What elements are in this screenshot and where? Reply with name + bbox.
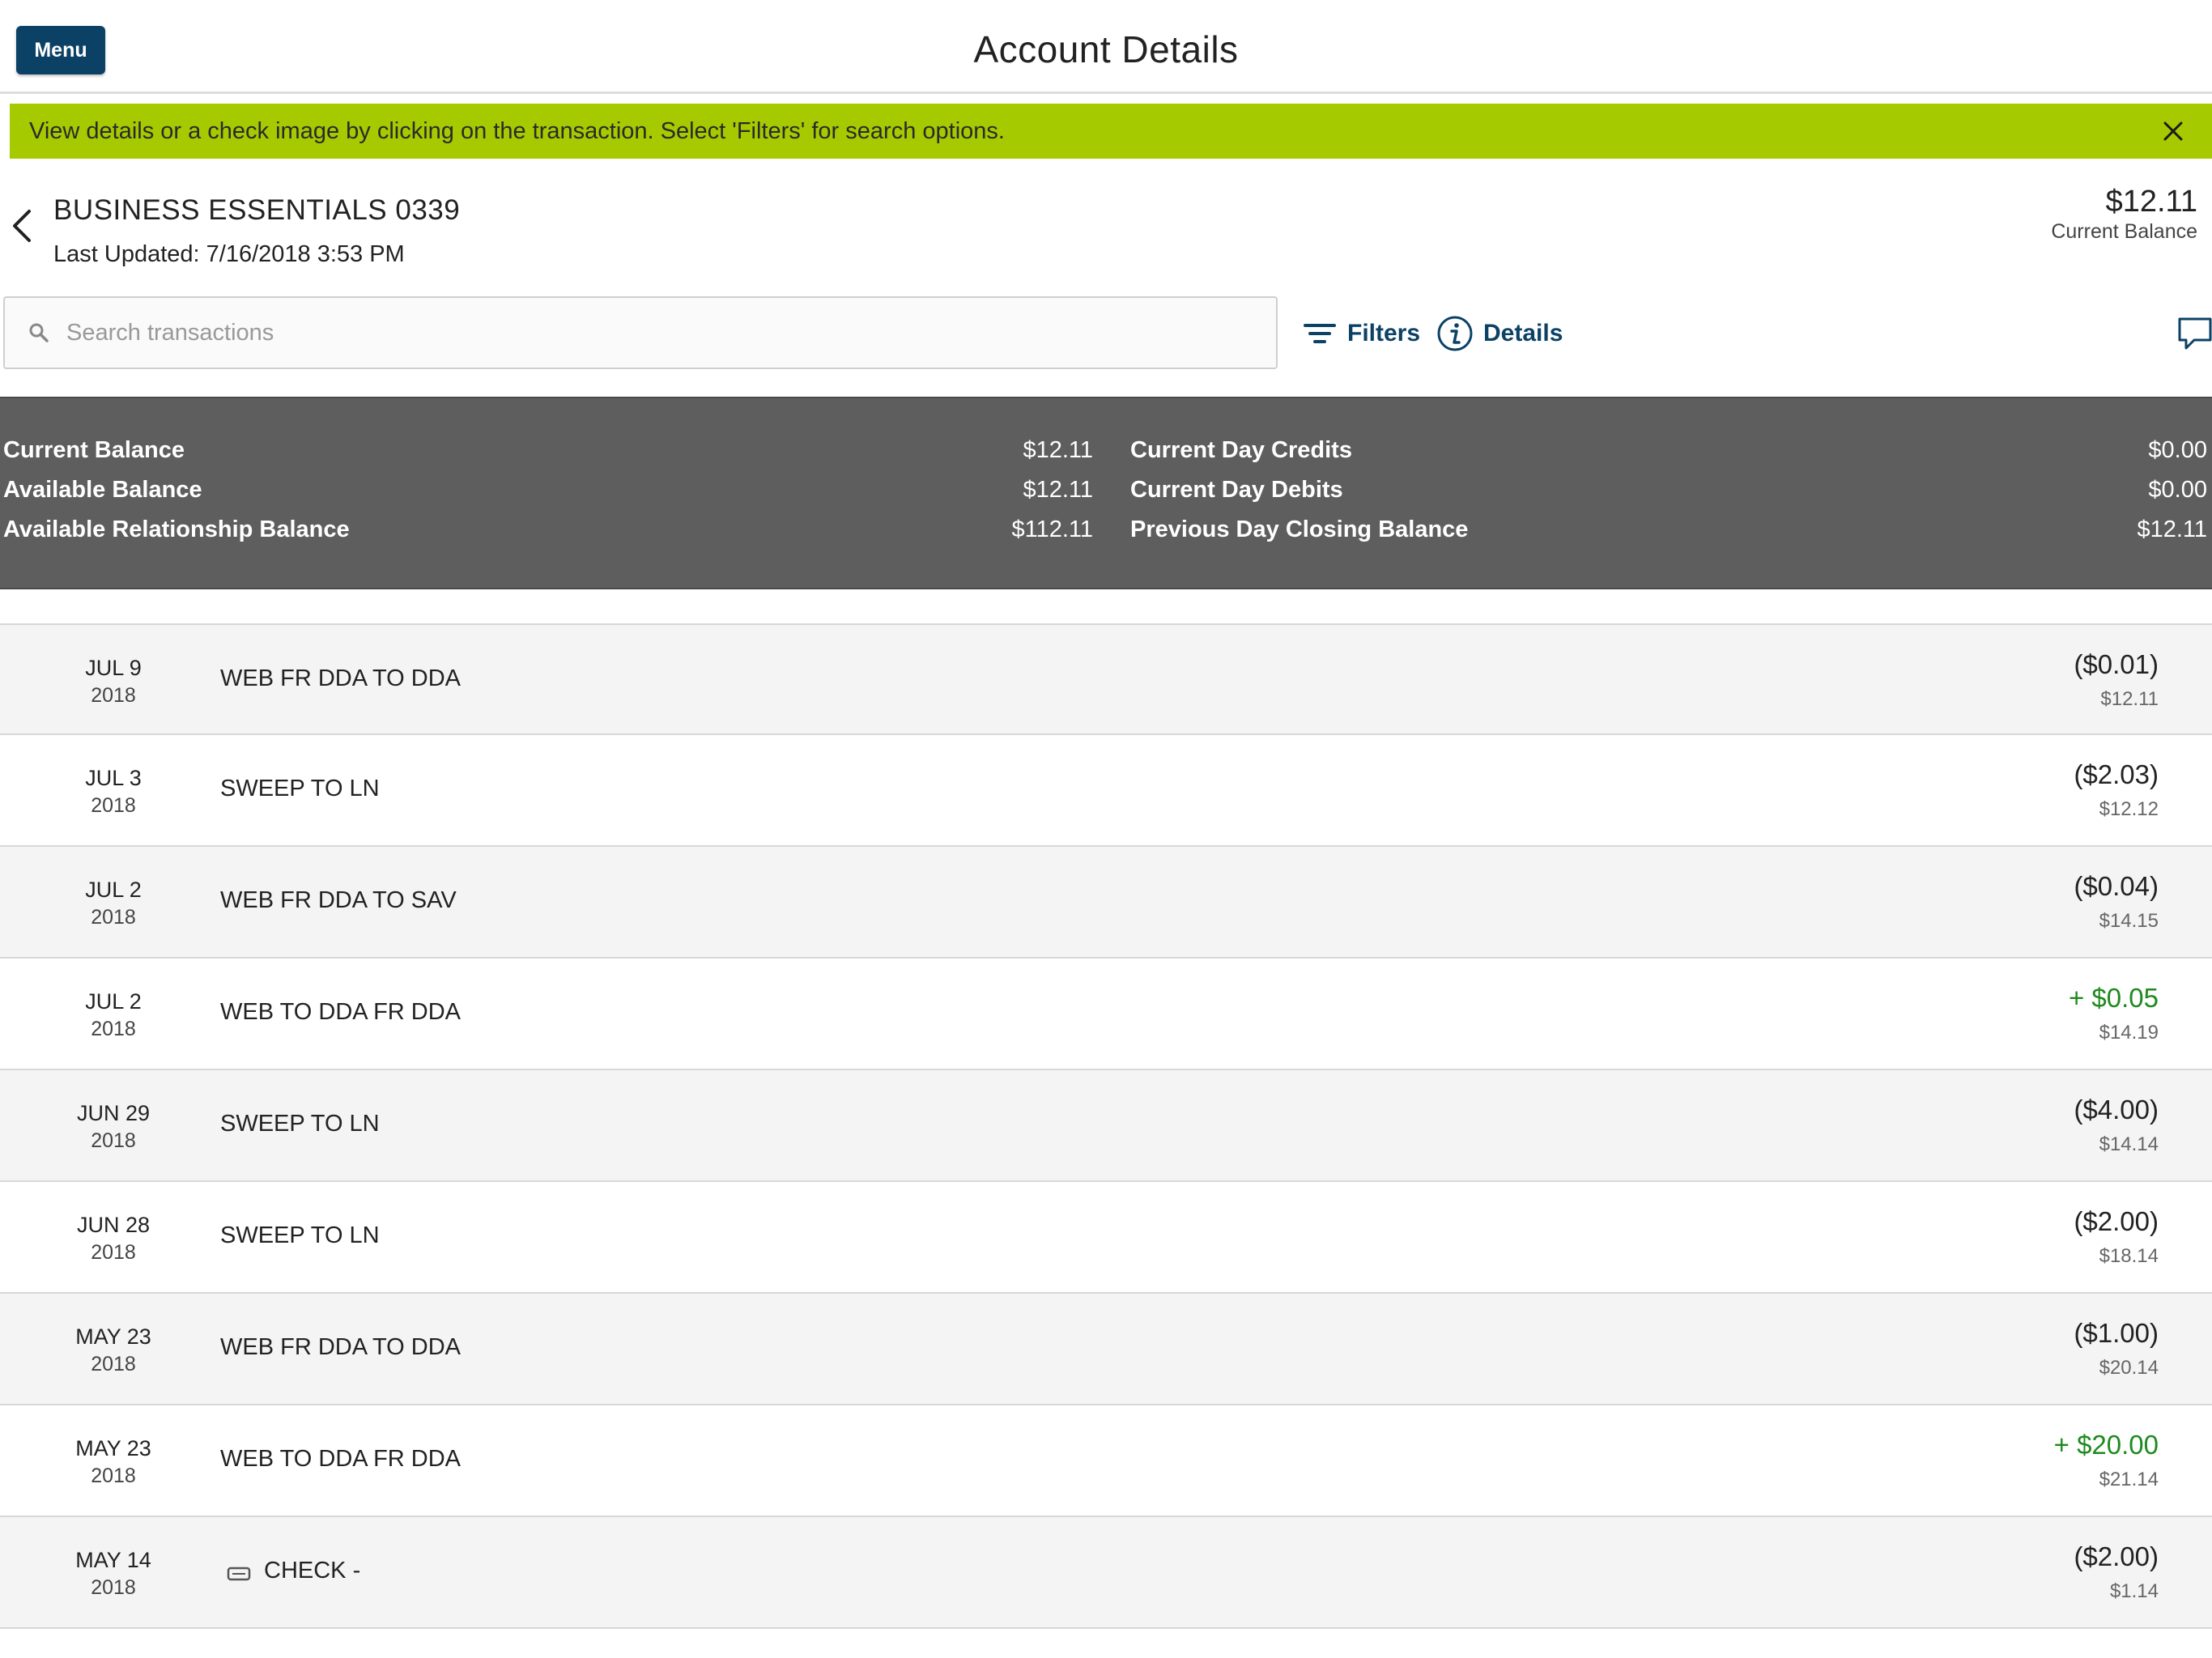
summary-relationship-balance: Available Relationship Balance $112.11: [3, 512, 1093, 547]
txn-date: MAY 23 2018: [75, 1436, 151, 1487]
current-balance-amount: $12.11: [2105, 185, 2197, 219]
summary-label: Current Day Debits: [1130, 476, 1343, 503]
txn-description: SWEEP TO LN: [220, 1222, 380, 1248]
txn-date: JUL 2 2018: [85, 878, 142, 929]
txn-amount: + $20.00: [2053, 1430, 2159, 1460]
table-row[interactable]: JUL 3 2018 SWEEP TO LN ($2.03) $12.12: [0, 735, 2212, 847]
txn-amount: + $0.05: [2068, 983, 2159, 1013]
summary-day-debits: Current Day Debits $0.00: [1130, 472, 2207, 508]
table-row[interactable]: JUN 29 2018 SWEEP TO LN ($4.00) $14.14: [0, 1070, 2212, 1182]
txn-amount: ($0.04): [2074, 871, 2159, 901]
search-input[interactable]: [66, 319, 1240, 346]
table-row[interactable]: JUL 2 2018 WEB TO DDA FR DDA + $0.05 $14.…: [0, 959, 2212, 1070]
summary-value: $12.11: [1023, 476, 1093, 503]
balance-summary: Current Balance $12.11 Available Balance…: [0, 397, 2212, 589]
txn-running-balance: $14.15: [2099, 910, 2159, 932]
info-banner: View details or a check image by clickin…: [10, 104, 2212, 159]
table-row[interactable]: JUN 28 2018 SWEEP TO LN ($2.00) $18.14: [0, 1182, 2212, 1294]
table-row[interactable]: MAY 23 2018 WEB FR DDA TO DDA ($1.00) $20…: [0, 1294, 2212, 1405]
banner-text: View details or a check image by clickin…: [29, 117, 1005, 144]
search-icon: [28, 321, 50, 344]
summary-value: $12.11: [2137, 516, 2207, 542]
search-box: [3, 296, 1278, 369]
txn-date: JUN 29 2018: [76, 1101, 151, 1152]
summary-current-balance: Current Balance $12.11: [3, 432, 1093, 468]
txn-amount: ($4.00): [2074, 1095, 2159, 1124]
summary-value: $0.00: [2148, 476, 2207, 503]
summary-label: Current Day Credits: [1130, 436, 1352, 463]
txn-amount: ($2.00): [2074, 1206, 2159, 1236]
current-balance-label: Current Balance: [2051, 220, 2197, 243]
table-row[interactable]: MAY 23 2018 WEB TO DDA FR DDA + $20.00 $2…: [0, 1405, 2212, 1517]
summary-available-balance: Available Balance $12.11: [3, 472, 1093, 508]
summary-day-credits: Current Day Credits $0.00: [1130, 432, 2207, 468]
summary-label: Available Relationship Balance: [3, 516, 350, 542]
last-updated: Last Updated: 7/16/2018 3:53 PM: [53, 241, 405, 267]
app-header: Menu Account Details: [0, 0, 2212, 94]
summary-previous-closing: Previous Day Closing Balance $12.11: [1130, 512, 2207, 547]
close-icon[interactable]: [2157, 115, 2189, 147]
filters-button[interactable]: Filters: [1302, 311, 1420, 356]
summary-value: $112.11: [1011, 516, 1093, 542]
summary-label: Previous Day Closing Balance: [1130, 516, 1469, 542]
txn-amount: ($2.00): [2074, 1541, 2159, 1571]
txn-description: SWEEP TO LN: [220, 776, 380, 801]
txn-running-balance: $21.14: [2099, 1469, 2159, 1490]
txn-description: CHECK -: [220, 1558, 360, 1584]
txn-description: WEB FR DDA TO DDA: [220, 665, 462, 691]
table-row[interactable]: MAY 14 2018 CHECK - ($2.00) $1.14: [0, 1517, 2212, 1629]
check-image-icon: [227, 1562, 251, 1580]
txn-running-balance: $18.14: [2099, 1245, 2159, 1267]
table-row[interactable]: JUL 9 2018 WEB FR DDA TO DDA ($0.01) $12.…: [0, 623, 2212, 735]
summary-value: $0.00: [2148, 436, 2207, 463]
txn-amount: ($1.00): [2074, 1318, 2159, 1348]
txn-date: MAY 23 2018: [75, 1324, 151, 1375]
txn-running-balance: $12.11: [2100, 688, 2159, 710]
chevron-left-icon[interactable]: [8, 206, 36, 245]
txn-date: JUL 2 2018: [85, 989, 142, 1040]
filters-label: Filters: [1347, 320, 1421, 346]
txn-amount: ($2.03): [2074, 759, 2159, 789]
txn-description: WEB FR DDA TO DDA: [220, 1334, 462, 1360]
info-circle-icon: [1436, 315, 1474, 352]
account-name: BUSINESS ESSENTIALS 0339: [53, 194, 461, 226]
summary-value: $12.11: [1023, 436, 1093, 463]
transaction-list: JUL 9 2018 WEB FR DDA TO DDA ($0.01) $12.…: [0, 623, 2212, 1629]
txn-running-balance: $14.14: [2099, 1133, 2159, 1155]
txn-running-balance: $14.19: [2099, 1022, 2159, 1044]
txn-running-balance: $12.12: [2099, 798, 2159, 820]
txn-date: JUL 9 2018: [85, 656, 142, 707]
txn-description: SWEEP TO LN: [220, 1111, 380, 1137]
page-title: Account Details: [973, 28, 1239, 70]
txn-description: WEB TO DDA FR DDA: [220, 1446, 462, 1472]
txn-amount: ($0.01): [2074, 649, 2159, 679]
txn-description: WEB FR DDA TO SAV: [220, 887, 457, 913]
summary-label: Available Balance: [3, 476, 202, 503]
txn-date: JUL 3 2018: [85, 766, 142, 817]
txn-running-balance: $20.14: [2099, 1357, 2159, 1379]
txn-description: WEB TO DDA FR DDA: [220, 999, 462, 1025]
details-label: Details: [1483, 320, 1563, 346]
txn-date: MAY 14 2018: [75, 1548, 151, 1599]
summary-label: Current Balance: [3, 436, 185, 463]
table-row[interactable]: JUL 2 2018 WEB FR DDA TO SAV ($0.04) $14.…: [0, 847, 2212, 959]
txn-date: JUN 28 2018: [76, 1213, 151, 1264]
chat-bubble-icon[interactable]: [2176, 316, 2212, 353]
txn-running-balance: $1.14: [2109, 1580, 2159, 1602]
details-button[interactable]: Details: [1436, 311, 1563, 356]
filter-lines-icon: [1302, 316, 1338, 351]
